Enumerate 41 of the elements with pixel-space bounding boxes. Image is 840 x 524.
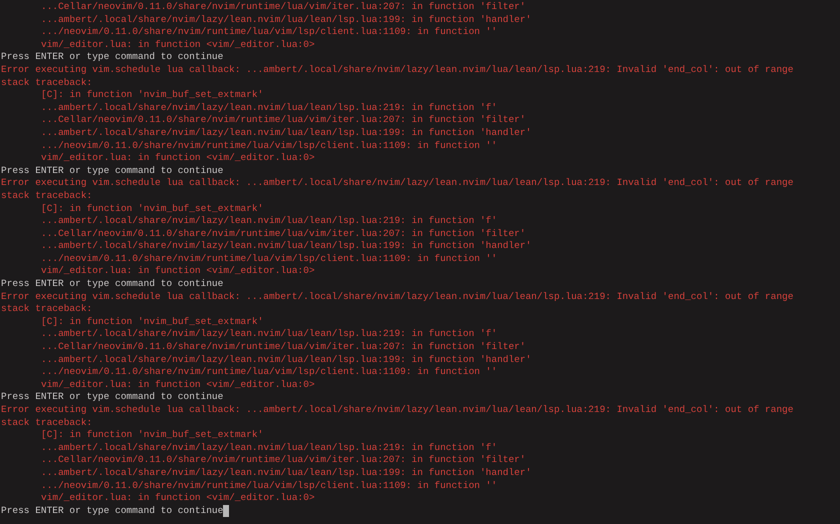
traceback-line: vim/_editor.lua: in function <vim/_editor.lua:0> <box>41 152 315 165</box>
traceback-line: [C]: in function 'nvim_buf_set_extmark' <box>41 202 264 216</box>
traceback-line: vim/_editor.lua: in function <vim/_editor.lua:0> <box>41 38 315 52</box>
traceback-line: .../neovim/0.11.0/share/nvim/runtime/lua/vim/lsp/client.lua:1109: in function '' <box>41 140 498 152</box>
traceback-line: vim/_editor.lua: in function <vim/_editor.lua:0> <box>41 492 315 505</box>
traceback-line: ...Cellar/neovim/0.11.0/share/nvim/runtime/lua/vim/iter.lua:207: in function 'filter' <box>41 1 526 14</box>
traceback-line: ...Cellar/neovim/0.11.0/share/nvim/runtime/lua/vim/iter.lua:207: in function 'filter' <box>41 228 526 240</box>
error-message: Error executing vim.schedule lua callback: ...ambert/.local/share/nvim/lazy/lean.nvim/lua/lean/lsp.lua:219: Invalid 'end_col': out of range <box>1 290 794 304</box>
prompt-text: Press ENTER or type command to continue <box>1 391 224 404</box>
error-message: stack traceback: <box>1 190 92 202</box>
error-message: Error executing vim.schedule lua callback: ...ambert/.local/share/nvim/lazy/lean.nvim/lua/lean/lsp.lua:219: Invalid 'end_col': out of range <box>1 64 794 77</box>
traceback-line: ...Cellar/neovim/0.11.0/share/nvim/runtime/lua/vim/iter.lua:207: in function 'filter' <box>41 341 526 354</box>
prompt-text: Press ENTER or type command to continue <box>1 164 224 178</box>
traceback-line: ...ambert/.local/share/nvim/lazy/lean.nvim/lua/lean/lsp.lua:199: in function 'handler' <box>41 126 532 140</box>
traceback-line: [C]: in function 'nvim_buf_set_extmark' <box>41 89 264 102</box>
traceback-line: ...ambert/.local/share/nvim/lazy/lean.nvim/lua/lean/lsp.lua:199: in function 'handler' <box>41 466 532 480</box>
traceback-line: ...ambert/.local/share/nvim/lazy/lean.nvim/lua/lean/lsp.lua:219: in function 'f' <box>41 102 498 114</box>
error-message: stack traceback: <box>1 416 92 430</box>
traceback-line: ...ambert/.local/share/nvim/lazy/lean.nvim/lua/lean/lsp.lua:219: in function 'f' <box>41 442 498 454</box>
traceback-line: ...ambert/.local/share/nvim/lazy/lean.nvim/lua/lean/lsp.lua:199: in function 'handler' <box>41 354 532 366</box>
error-message: Error executing vim.schedule lua callback: ...ambert/.local/share/nvim/lazy/lean.nvim/lua/lean/lsp.lua:219: Invalid 'end_col': out of range <box>1 177 794 190</box>
traceback-line: ...ambert/.local/share/nvim/lazy/lean.nvim/lua/lean/lsp.lua:199: in function 'handler' <box>41 240 532 253</box>
traceback-line: [C]: in function 'nvim_buf_set_extmark' <box>41 429 264 442</box>
traceback-line: ...Cellar/neovim/0.11.0/share/nvim/runtime/lua/vim/iter.lua:207: in function 'filter' <box>41 454 526 467</box>
traceback-line: .../neovim/0.11.0/share/nvim/runtime/lua/vim/lsp/client.lua:1109: in function '' <box>41 26 498 39</box>
traceback-line: vim/_editor.lua: in function <vim/_editor.lua:0> <box>41 265 315 278</box>
prompt-text: Press ENTER or type command to continue <box>1 504 224 518</box>
traceback-line: ...Cellar/neovim/0.11.0/share/nvim/runtime/lua/vim/iter.lua:207: in function 'filter' <box>41 114 526 127</box>
traceback-line: vim/_editor.lua: in function <vim/_editor.lua:0> <box>41 378 315 392</box>
traceback-line: .../neovim/0.11.0/share/nvim/runtime/lua/vim/lsp/client.lua:1109: in function '' <box>41 480 498 492</box>
traceback-line: .../neovim/0.11.0/share/nvim/runtime/lua/vim/lsp/client.lua:1109: in function '' <box>41 366 498 379</box>
traceback-line: ...ambert/.local/share/nvim/lazy/lean.nvim/lua/lean/lsp.lua:219: in function 'f' <box>41 328 498 342</box>
error-message: stack traceback: <box>1 303 92 316</box>
error-message: Error executing vim.schedule lua callback: ...ambert/.local/share/nvim/lazy/lean.nvim/lua/lean/lsp.lua:219: Invalid 'end_col': out of range <box>1 404 794 417</box>
traceback-line: .../neovim/0.11.0/share/nvim/runtime/lua/vim/lsp/client.lua:1109: in function '' <box>41 252 498 266</box>
error-message: stack traceback: <box>1 76 92 90</box>
traceback-line: ...ambert/.local/share/nvim/lazy/lean.nvim/lua/lean/lsp.lua:219: in function 'f' <box>41 215 498 228</box>
traceback-line: ...ambert/.local/share/nvim/lazy/lean.nvim/lua/lean/lsp.lua:199: in function 'handler' <box>41 14 532 26</box>
prompt-text: Press ENTER or type command to continue <box>1 278 224 291</box>
traceback-line: [C]: in function 'nvim_buf_set_extmark' <box>41 316 264 328</box>
prompt-text: Press ENTER or type command to continue <box>1 51 224 64</box>
